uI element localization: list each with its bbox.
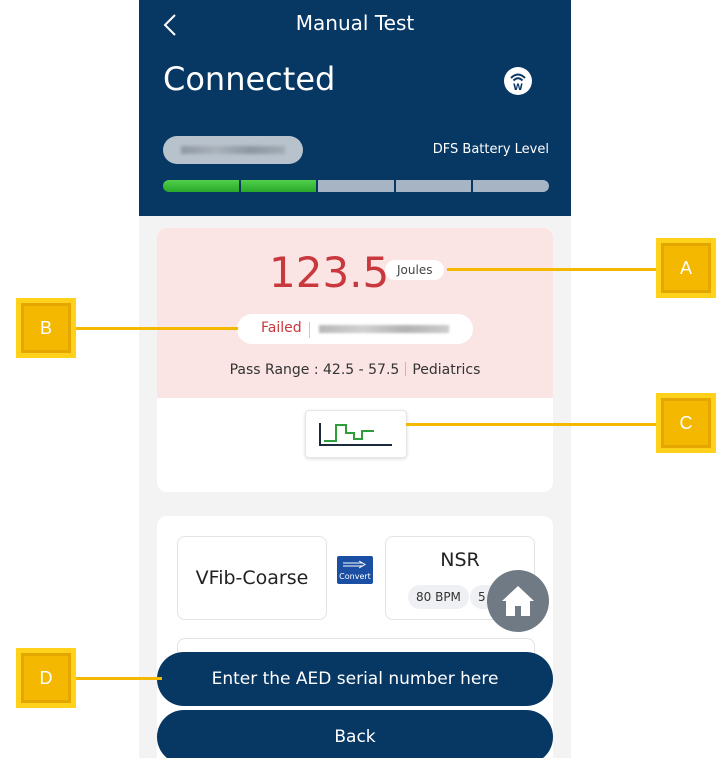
wifi-w-icon[interactable]: W (503, 66, 533, 96)
enter-serial-button[interactable]: Enter the AED serial number here (157, 652, 553, 706)
battery-level-bar (163, 180, 549, 192)
convert-icon: Convert (337, 556, 373, 584)
header: Manual Test Connected W DFS Battery Leve… (139, 0, 571, 216)
device-name-pill[interactable] (163, 136, 303, 164)
test-status-pill: Failed (237, 314, 473, 344)
home-button[interactable] (487, 570, 549, 632)
bpm-chip: 80 BPM (408, 585, 469, 609)
patient-category: Pediatrics (412, 362, 481, 378)
callout-b-line (76, 327, 238, 330)
page-title: Manual Test (295, 11, 415, 35)
battery-segment (395, 180, 472, 192)
energy-value: 123.5 (269, 248, 390, 297)
battery-segment (163, 180, 239, 192)
divider (405, 362, 407, 376)
callout-c-line (406, 423, 656, 426)
callout-c: C (656, 393, 716, 453)
connection-status: Connected (163, 60, 336, 98)
from-rhythm-box[interactable]: VFib-Coarse (177, 536, 327, 620)
pass-range-text: Pass Range : 42.5 - 57.5 (229, 362, 400, 378)
home-icon (502, 586, 534, 616)
callout-a-line (447, 268, 656, 271)
waveform-button[interactable] (305, 410, 407, 458)
status-detail-redacted (319, 325, 449, 333)
convert-label: Convert (339, 572, 371, 581)
callout-b: B (16, 298, 76, 358)
test-status-text: Failed (261, 320, 302, 336)
battery-label: DFS Battery Level (432, 142, 549, 157)
device-name-redacted (181, 146, 285, 154)
waveform-icon (319, 423, 392, 446)
from-rhythm-label: VFib-Coarse (195, 567, 309, 589)
battery-segment (473, 180, 549, 192)
phone-screen: Manual Test Connected W DFS Battery Leve… (139, 0, 571, 758)
back-button[interactable]: Back (157, 710, 553, 758)
battery-segment (240, 180, 317, 192)
callout-d: D (16, 648, 76, 708)
callout-a: A (656, 238, 716, 298)
pass-range-row: Pass Range : 42.5 - 57.5 Pediatrics (157, 362, 553, 378)
battery-segment (318, 180, 394, 192)
result-summary: 123.5 Joules Failed Pass Range : 42.5 - … (157, 228, 553, 398)
callout-d-line (76, 677, 162, 680)
to-rhythm-label: NSR (440, 549, 480, 571)
divider (309, 322, 310, 338)
svg-text:W: W (513, 83, 523, 93)
energy-unit-badge: Joules (385, 260, 445, 280)
